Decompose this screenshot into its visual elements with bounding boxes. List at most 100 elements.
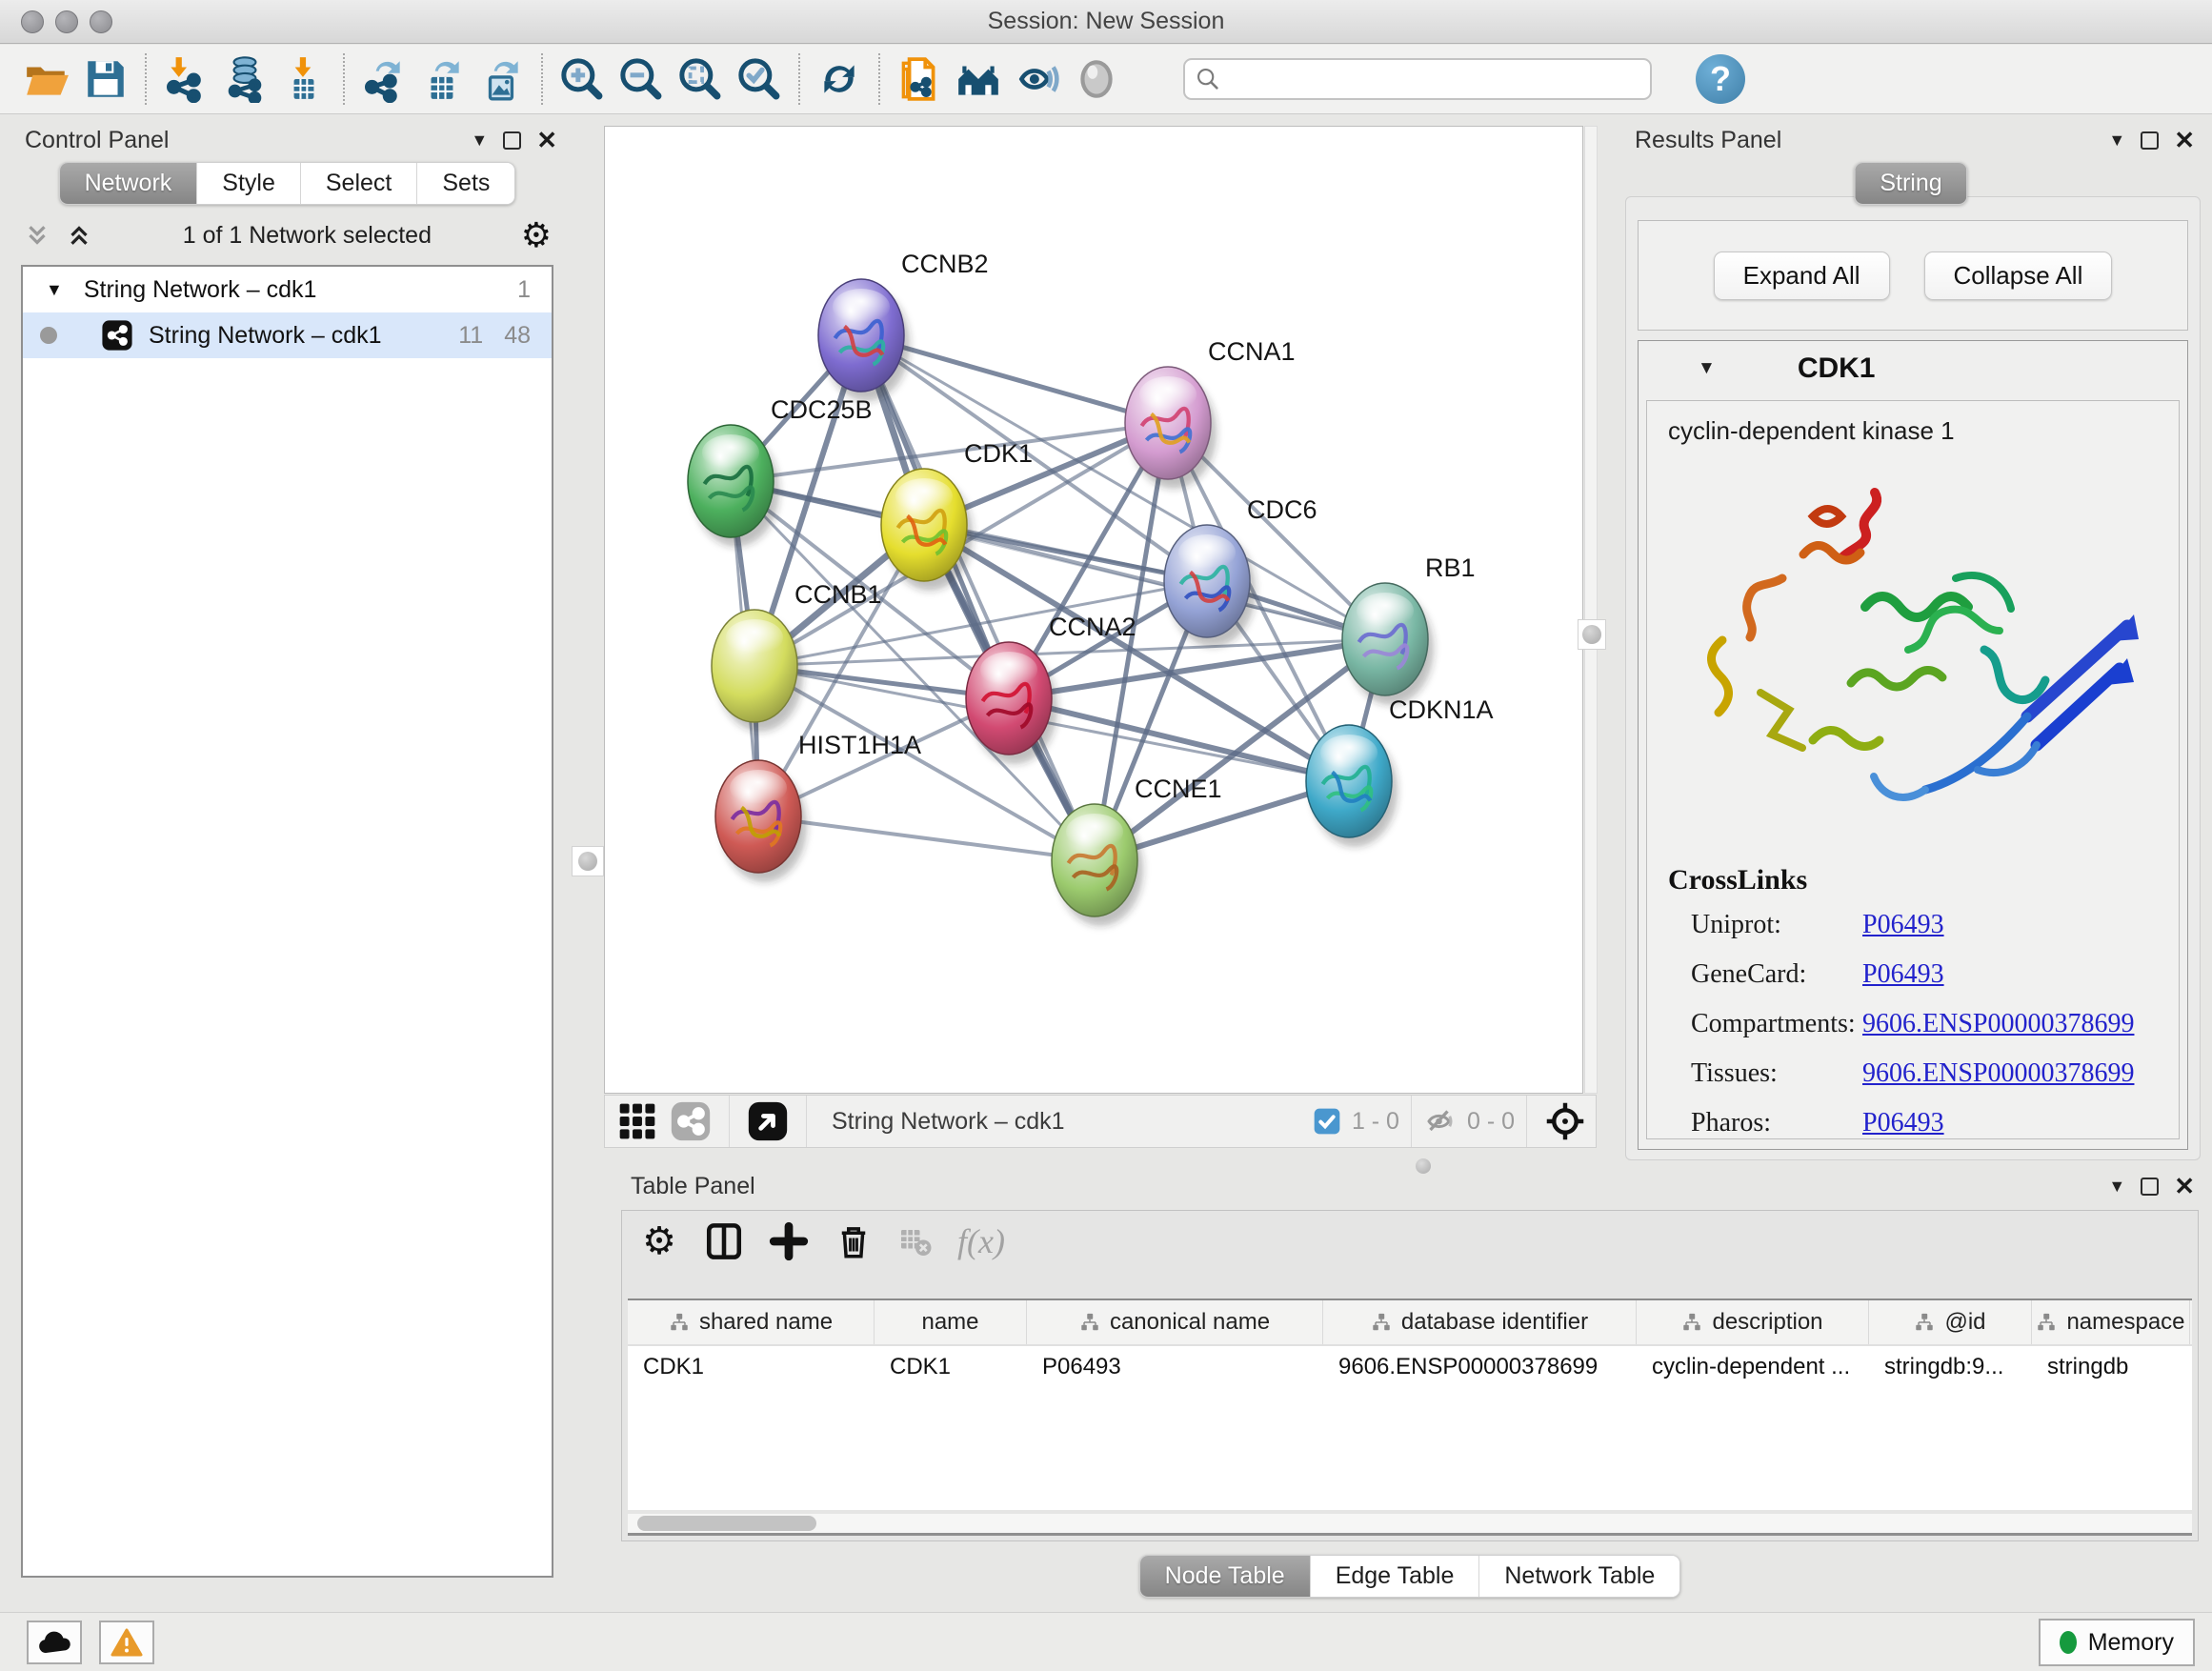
expand-all-icon[interactable] [65,221,93,250]
show-enrichment-button[interactable] [1008,50,1067,108]
tab-edge-table[interactable]: Edge Table [1311,1556,1480,1597]
column-header-shared-name[interactable]: shared name [628,1300,875,1344]
tab-style[interactable]: Style [197,163,301,204]
table-cell[interactable]: stringdb:9... [1869,1346,2032,1390]
node-CDC25B[interactable]: CDC25B [688,395,873,547]
delete-table-icon[interactable] [898,1221,933,1261]
crosslink-link[interactable]: P06493 [1862,959,1944,990]
tab-string[interactable]: String [1855,163,1966,204]
close-panel-icon[interactable]: ✕ [536,128,557,152]
tab-sets[interactable]: Sets [417,163,514,204]
table-horizontal-scrollbar[interactable] [628,1514,2192,1533]
cloud-status-button[interactable] [27,1621,82,1664]
column-header-name[interactable]: name [875,1300,1027,1344]
birds-eye-view-icon[interactable] [747,1100,789,1142]
zoom-window-button[interactable] [90,10,112,33]
crosslink-link[interactable]: 9606.ENSP00000378699 [1862,1009,2134,1039]
crosslink-link[interactable]: P06493 [1862,1108,1944,1138]
export-image-button[interactable] [473,50,532,108]
zoom-out-button[interactable] [612,50,671,108]
node-CCNE1[interactable]: CCNE1 [1052,775,1222,926]
float-window-icon[interactable] [503,131,521,150]
crosshair-icon[interactable] [1544,1100,1586,1142]
gene-section-header[interactable]: ▼ CDK1 [1639,341,2187,396]
float-window-icon[interactable] [2141,131,2159,150]
import-table-from-file-button[interactable] [274,50,333,108]
memory-button[interactable]: Memory [2039,1619,2195,1666]
import-network-from-file-button[interactable] [156,50,215,108]
table-cell[interactable]: cyclin-dependent ... [1637,1346,1869,1390]
crosslink-link[interactable]: 9606.ENSP00000378699 [1862,1058,2134,1089]
minimize-window-button[interactable] [55,10,78,33]
float-menu-icon[interactable]: ▼ [471,131,488,151]
add-column-icon[interactable] [769,1221,809,1261]
edge-HIST1H1A-CCNE1[interactable] [758,816,1095,860]
node-CDC6[interactable]: CDC6 [1164,495,1317,647]
network-collection-row[interactable]: ▼ String Network – cdk1 1 [23,267,552,312]
collapse-all-icon[interactable] [23,221,51,250]
tab-network-table[interactable]: Network Table [1479,1556,1679,1597]
column-header-database-identifier[interactable]: database identifier [1323,1300,1637,1344]
home-button[interactable] [949,50,1008,108]
show-hide-results-button[interactable] [1067,50,1126,108]
apply-layout-button[interactable] [810,50,869,108]
zoom-fit-button[interactable] [671,50,730,108]
node-HIST1H1A[interactable]: HIST1H1A [715,731,921,882]
function-builder-icon[interactable]: f(x) [957,1221,1005,1261]
float-menu-icon[interactable]: ▼ [2108,131,2125,151]
node-CCNB2[interactable]: CCNB2 [818,250,989,401]
export-network-button[interactable] [354,50,413,108]
grid-view-icon[interactable] [616,1100,658,1142]
tab-select[interactable]: Select [301,163,417,204]
zoom-in-button[interactable] [553,50,612,108]
table-row[interactable]: CDK1CDK1P064939606.ENSP00000378699cyclin… [628,1346,2192,1390]
delete-column-icon[interactable] [834,1221,874,1261]
save-session-button[interactable] [76,50,135,108]
table-options-gear-icon[interactable]: ⚙ [639,1221,679,1261]
tab-node-table[interactable]: Node Table [1140,1556,1311,1597]
node-CCNA2[interactable]: CCNA2 [966,613,1136,764]
expand-all-button[interactable]: Expand All [1714,252,1890,300]
help-button[interactable]: ? [1696,54,1745,104]
tab-network[interactable]: Network [60,163,198,204]
open-session-button[interactable] [17,50,76,108]
close-panel-icon[interactable]: ✕ [2174,128,2195,152]
node-CCNB1[interactable]: CCNB1 [712,580,882,732]
network-options-gear-icon[interactable]: ⚙ [521,218,552,252]
table-cell[interactable]: stringdb [2032,1346,2190,1390]
section-expander-icon[interactable]: ▼ [1698,358,1716,379]
show-columns-icon[interactable] [704,1221,744,1261]
scrollbar-thumb[interactable] [637,1516,816,1531]
column-header--id[interactable]: @id [1869,1300,2032,1344]
float-menu-icon[interactable]: ▼ [2108,1177,2125,1197]
collapse-all-button[interactable]: Collapse All [1924,252,2113,300]
table-cell[interactable]: CDK1 [875,1346,1027,1390]
table-cell[interactable]: 9606.ENSP00000378699 [1323,1346,1637,1390]
export-table-button[interactable] [413,50,473,108]
string-document-button[interactable] [890,50,949,108]
network-view-share-icon[interactable] [670,1100,712,1142]
edge-CCNB2-CCNE1[interactable] [861,335,1095,860]
crosslink-link[interactable]: P06493 [1862,910,1944,940]
left-splitter-handle[interactable] [572,846,604,876]
node-CDKN1A[interactable]: CDKN1A [1306,695,1494,847]
close-panel-icon[interactable]: ✕ [2174,1174,2195,1198]
hidden-eye-icon[interactable] [1423,1104,1458,1138]
close-window-button[interactable] [21,10,44,33]
import-network-from-database-button[interactable] [215,50,274,108]
network-row[interactable]: String Network – cdk1 11 48 [23,312,552,358]
column-header-description[interactable]: description [1637,1300,1869,1344]
selected-checkbox-icon[interactable] [1312,1106,1342,1137]
collection-expander-icon[interactable]: ▼ [46,280,63,300]
table-cell[interactable]: CDK1 [628,1346,875,1390]
node-RB1[interactable]: RB1 [1342,554,1476,705]
table-cell[interactable]: P06493 [1027,1346,1323,1390]
column-header-namespace[interactable]: namespace [2032,1300,2190,1344]
network-canvas[interactable]: CCNB2CCNA1CDC25BCDK1CDC6RB1CCNB1CCNA2CDK… [604,126,1583,1094]
float-window-icon[interactable] [2141,1178,2159,1196]
zoom-selected-button[interactable] [730,50,789,108]
search-input[interactable] [1221,66,1640,92]
warning-status-button[interactable] [99,1621,154,1664]
right-splitter-handle[interactable] [1578,619,1606,650]
column-header-canonical-name[interactable]: canonical name [1027,1300,1323,1344]
